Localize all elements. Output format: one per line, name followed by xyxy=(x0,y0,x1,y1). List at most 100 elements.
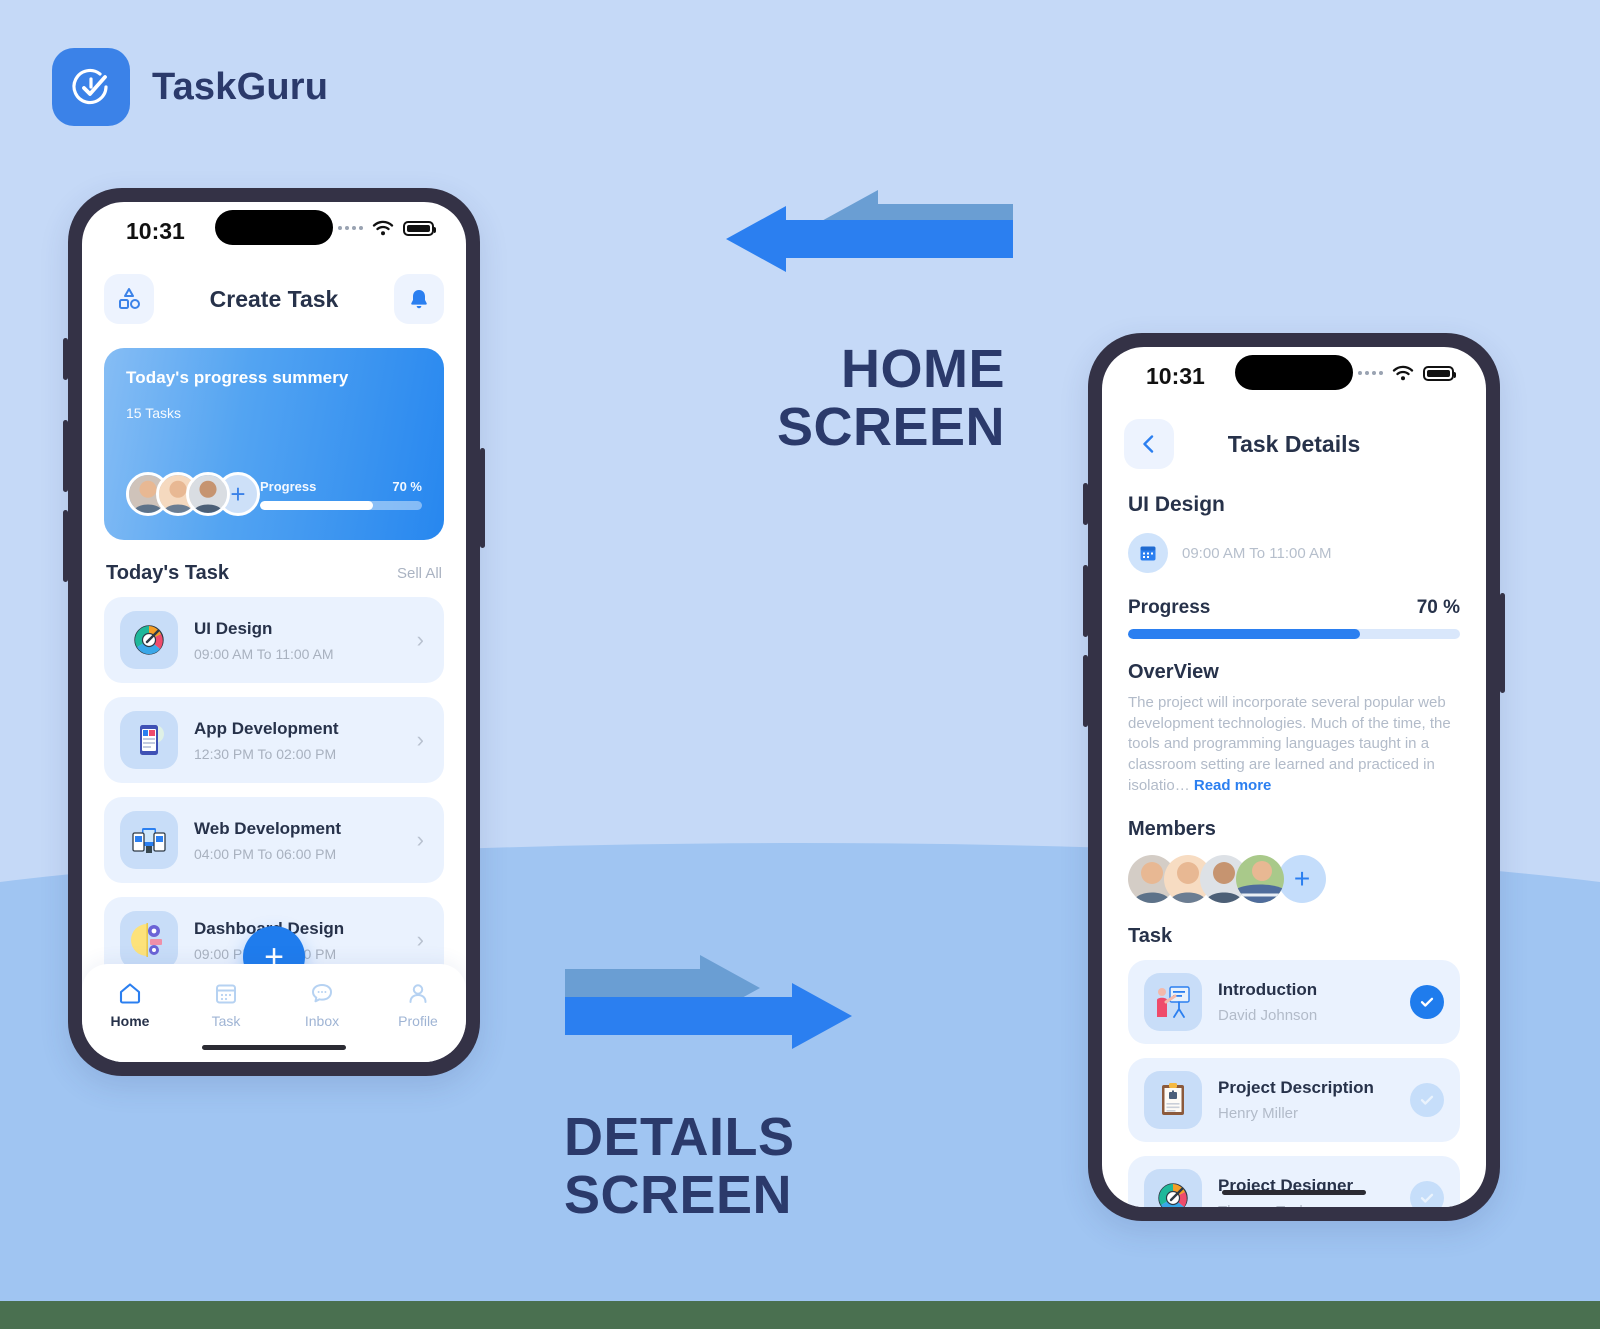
app-header: Create Task xyxy=(82,264,466,334)
status-time: 10:31 xyxy=(126,218,185,244)
status-icons xyxy=(338,220,436,236)
nav-item-inbox[interactable]: Inbox xyxy=(274,980,370,1029)
phone-side-button-volume-down[interactable] xyxy=(1083,655,1088,727)
home-screen: 10:31 Create Task Today's progress summe… xyxy=(82,202,466,1062)
members-avatar-group[interactable]: + xyxy=(1128,855,1460,904)
nav-label: Profile xyxy=(398,1013,438,1029)
progress-row: Progress 70 % xyxy=(1128,597,1460,619)
today-task-section-header: Today's Task Sell All xyxy=(82,540,466,597)
signal-dots-icon xyxy=(338,226,363,230)
shapes-icon[interactable] xyxy=(104,274,154,324)
details-phone-frame: 10:31 Task Details UI Design 09:00 AM To… xyxy=(1083,333,1505,1221)
dynamic-island xyxy=(215,210,333,245)
avatar xyxy=(186,472,230,516)
task-title: UI Design xyxy=(1128,493,1225,516)
details-screen: 10:31 Task Details UI Design 09:00 AM To… xyxy=(1102,347,1486,1207)
see-all-link[interactable]: Sell All xyxy=(397,565,442,582)
subtask-name: Introduction xyxy=(1218,980,1318,1000)
task-time-row: 09:00 AM To 11:00 AM xyxy=(1128,533,1460,573)
subtask-name: Project Description xyxy=(1218,1078,1374,1098)
nav-item-profile[interactable]: Profile xyxy=(370,980,466,1029)
dashboard-gear-icon xyxy=(120,911,178,969)
home-icon xyxy=(119,983,141,1004)
read-more-link[interactable]: Read more xyxy=(1194,777,1272,794)
status-badge[interactable] xyxy=(1410,1181,1444,1207)
table-row[interactable]: Web Development 04:00 PM To 06:00 PM › xyxy=(104,797,444,883)
progress-meter: Progress 70 % xyxy=(260,479,422,510)
progress-track xyxy=(1128,629,1460,639)
annotation-home-line1: HOME xyxy=(841,339,1005,399)
brand-name: TaskGuru xyxy=(152,65,329,108)
chevron-right-icon[interactable]: › xyxy=(417,927,428,953)
annotation-details-line1: DETAILS xyxy=(564,1107,795,1167)
annotation-home-label: HOME SCREEN xyxy=(753,340,1005,457)
phone-side-button-mute[interactable] xyxy=(1083,483,1088,525)
chevron-right-icon[interactable]: › xyxy=(417,727,428,753)
back-button[interactable] xyxy=(1124,419,1174,469)
nav-item-home[interactable]: Home xyxy=(82,980,178,1029)
add-member-button[interactable]: + xyxy=(1278,855,1326,904)
chevron-right-icon[interactable]: › xyxy=(417,627,428,653)
presentation-icon xyxy=(1144,973,1202,1032)
overview-heading: OverView xyxy=(1128,661,1219,683)
details-header: Task Details xyxy=(1102,409,1486,479)
status-time: 10:31 xyxy=(1146,363,1205,389)
task-time: 12:30 PM To 02:00 PM xyxy=(194,745,337,762)
phone-side-button-volume-up[interactable] xyxy=(63,420,68,492)
nav-label: Home xyxy=(110,1013,150,1029)
phone-side-button-volume-down[interactable] xyxy=(63,510,68,582)
progress-summary-card: Today's progress summery 15 Tasks + Prog… xyxy=(104,348,444,540)
home-phone-frame: 10:31 Create Task Today's progress summe… xyxy=(63,188,485,1076)
design-palette-icon xyxy=(1144,1169,1202,1207)
task-name: Dashboard Design xyxy=(194,918,345,938)
mobile-app-icon xyxy=(120,711,178,769)
task-heading: Task xyxy=(1128,925,1173,948)
table-row[interactable]: App Development 12:30 PM To 02:00 PM › xyxy=(104,697,444,783)
signal-dots-icon xyxy=(1358,371,1383,375)
list-item[interactable]: Project Designer Thomas Taylor xyxy=(1128,1156,1460,1207)
members-heading: Members xyxy=(1128,818,1216,841)
wifi-icon xyxy=(372,220,394,236)
home-indicator xyxy=(202,1045,346,1050)
progress-track xyxy=(260,500,422,510)
status-badge[interactable] xyxy=(1410,1083,1444,1118)
task-name: App Development xyxy=(194,718,339,738)
phone-side-button-mute[interactable] xyxy=(63,338,68,380)
progress-fill xyxy=(260,500,374,510)
avatar-group[interactable]: + xyxy=(126,472,260,516)
phone-side-button-power[interactable] xyxy=(480,448,485,548)
dynamic-island xyxy=(1235,355,1353,390)
list-item[interactable]: Project Description Henry Miller xyxy=(1128,1058,1460,1143)
status-badge[interactable] xyxy=(1410,985,1444,1020)
task-time: 04:00 PM To 06:00 PM xyxy=(194,845,337,862)
nav-label: Inbox xyxy=(304,1013,340,1029)
subtask-person: Thomas Taylor xyxy=(1218,1203,1394,1207)
progress-card-bottom: + Progress 70 % xyxy=(126,472,422,516)
home-indicator xyxy=(1222,1190,1366,1195)
page-title: Create Task xyxy=(209,285,339,312)
progress-fill xyxy=(1128,629,1361,639)
nav-item-task[interactable]: Task xyxy=(178,980,274,1029)
responsive-web-icon xyxy=(120,811,178,869)
overview-text: The project will incorporate several pop… xyxy=(1128,694,1451,794)
annotation-details-label: DETAILS SCREEN xyxy=(564,1108,884,1225)
person-icon xyxy=(409,984,427,1003)
phone-side-button-volume-up[interactable] xyxy=(1083,565,1088,637)
subtask-person: Henry Miller xyxy=(1218,1105,1299,1123)
status-bar: 10:31 xyxy=(82,202,466,264)
subtask-person: David Johnson xyxy=(1218,1007,1318,1025)
bell-icon[interactable] xyxy=(393,274,444,324)
phone-side-button-power[interactable] xyxy=(1500,593,1505,693)
task-time: 09:00 AM To 11:00 AM xyxy=(1182,544,1332,562)
check-icon xyxy=(1420,1096,1434,1106)
check-circle-icon xyxy=(52,48,130,126)
progress-card-subtitle: 15 Tasks xyxy=(126,405,181,421)
calendar-icon xyxy=(216,984,236,1004)
chat-icon xyxy=(312,984,332,1003)
check-icon xyxy=(1420,998,1434,1008)
progress-label: Progress xyxy=(1128,597,1211,618)
list-item[interactable]: Introduction David Johnson xyxy=(1128,960,1460,1045)
task-name: UI Design xyxy=(194,618,273,638)
table-row[interactable]: UI Design 09:00 AM To 11:00 AM › xyxy=(104,597,444,683)
chevron-right-icon[interactable]: › xyxy=(417,827,428,853)
